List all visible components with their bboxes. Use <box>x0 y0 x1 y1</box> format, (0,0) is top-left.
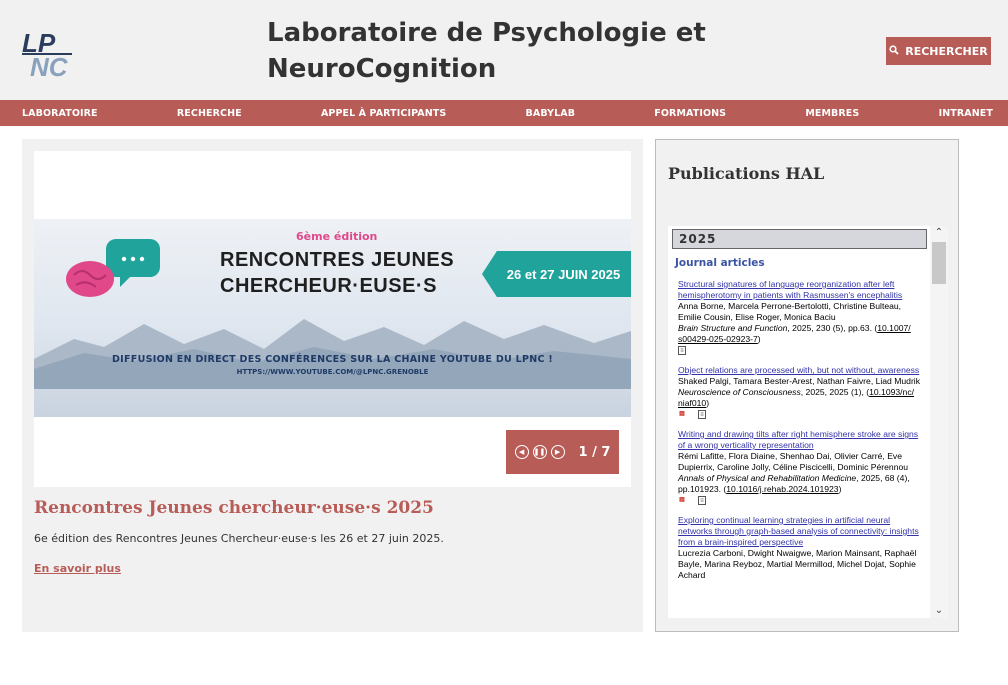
nav-item-appel-participants[interactable]: APPEL À PARTICIPANTS <box>321 108 446 119</box>
slide-image[interactable]: 6ème édition RENCONTRES JEUNES CHERCHEUR… <box>34 151 631 487</box>
publication-title[interactable]: Structural signatures of language reorga… <box>678 279 926 301</box>
publication-title[interactable]: Object relations are processed with, but… <box>678 365 926 376</box>
publication-item: Writing and drawing tilts after right he… <box>678 429 926 505</box>
publication-journal: Neuroscience of Consciousness <box>678 387 801 397</box>
publication-files: ▤ ≡ <box>678 496 926 505</box>
publication-journal: Annals of Physical and Rehabilitation Me… <box>678 473 857 483</box>
publication-details: , 2025, 2025 (1), ( <box>800 387 870 397</box>
slide-controls: ◀ ❚❚ ▶ 1 / 7 <box>506 430 619 474</box>
publications-panel: Publications HAL 2025 Journal articles S… <box>655 139 959 632</box>
previous-slide-icon[interactable]: ◀ <box>514 445 529 459</box>
bibtex-icon[interactable]: ≡ <box>698 410 706 419</box>
bibtex-icon[interactable]: ≡ <box>698 496 706 505</box>
publication-item: Exploring continual learning strategies … <box>678 515 926 581</box>
publication-doi-link[interactable]: 10.1016/j.rehab.2024.101923 <box>726 484 838 494</box>
publication-authors: Anna Borne, Marcela Perrone-Bertolotti, … <box>678 301 902 322</box>
pdf-icon[interactable]: ▤ <box>678 410 686 419</box>
event-diffusion-text: DIFFUSION EN DIRECT DES CONFÉRENCES SUR … <box>111 354 554 365</box>
bibtex-icon[interactable]: ≡ <box>678 346 686 355</box>
nav-item-laboratoire[interactable]: LABORATOIRE <box>22 108 98 119</box>
publication-authors: Shaked Palgi, Tamara Bester-Arest, Natha… <box>678 376 921 386</box>
scroll-down-icon[interactable]: ⌄ <box>930 604 948 618</box>
search-button-label: RECHERCHER <box>905 44 988 58</box>
search-icon <box>889 44 899 58</box>
publication-authors: Lucrezia Carboni, Dwight Nwaigwe, Marion… <box>678 548 917 580</box>
site-title-line2: NeuroCognition <box>267 54 497 84</box>
event-youtube-url: HTTPS://WWW.YOUTUBE.COM/@LPNC.GRENOBLE <box>236 368 429 376</box>
news-carousel: 6ème édition RENCONTRES JEUNES CHERCHEUR… <box>22 139 643 632</box>
publication-authors: Rémi Lafitte, Flora Diaine, Shenhao Dai,… <box>678 451 909 472</box>
read-more-link[interactable]: En savoir plus <box>34 562 121 575</box>
publications-scrollbar[interactable]: ⌃ ⌄ <box>930 226 948 618</box>
svg-text:NC: NC <box>30 52 69 80</box>
nav-item-recherche[interactable]: RECHERCHE <box>177 108 242 119</box>
next-slide-icon[interactable]: ▶ <box>550 445 565 459</box>
brain-chat-icon <box>66 239 160 297</box>
slide-counter: 1 / 7 <box>578 444 611 460</box>
publication-files: ≡ <box>678 346 926 355</box>
scroll-up-icon[interactable]: ⌃ <box>930 226 948 240</box>
publications-list: 2025 Journal articles Structural signatu… <box>668 226 930 618</box>
nav-item-intranet[interactable]: INTRANET <box>939 108 993 119</box>
publication-details-close: ) <box>706 398 710 408</box>
publication-item: Structural signatures of language reorga… <box>678 279 926 355</box>
pdf-icon[interactable]: ▤ <box>678 496 686 505</box>
nav-item-membres[interactable]: MEMBRES <box>805 108 859 119</box>
pause-icon[interactable]: ❚❚ <box>532 445 547 459</box>
site-header: LP NC Laboratoire de Psychologie et Neur… <box>0 0 1008 100</box>
publication-details-close: ) <box>757 334 761 344</box>
main-nav: LABORATOIRE RECHERCHE APPEL À PARTICIPAN… <box>0 100 1008 126</box>
publication-title[interactable]: Exploring continual learning strategies … <box>678 515 926 548</box>
year-header[interactable]: 2025 <box>672 229 927 249</box>
event-banner: 6ème édition RENCONTRES JEUNES CHERCHEUR… <box>34 219 631 417</box>
event-title-line2: CHERCHEUR·EUSE·S <box>220 275 437 297</box>
event-edition: 6ème édition <box>296 230 378 243</box>
publication-item: Object relations are processed with, but… <box>678 365 926 419</box>
nav-item-formations[interactable]: FORMATIONS <box>654 108 726 119</box>
publication-title[interactable]: Writing and drawing tilts after right he… <box>678 429 926 451</box>
publication-files: ▤ ≡ <box>678 410 926 419</box>
mountains-image <box>34 319 631 389</box>
search-button[interactable]: RECHERCHER <box>886 37 991 65</box>
publications-heading: Publications HAL <box>668 164 825 183</box>
event-title-line1: RENCONTRES JEUNES <box>220 249 455 271</box>
publications-frame: 2025 Journal articles Structural signatu… <box>668 226 948 618</box>
slide-title[interactable]: Rencontres Jeunes chercheur·euse·s 2025 <box>34 498 434 518</box>
lpnc-logo[interactable]: LP NC <box>22 28 78 82</box>
doc-type-header: Journal articles <box>675 257 765 269</box>
scroll-thumb[interactable] <box>932 242 946 284</box>
event-dates: 26 et 27 JUIN 2025 <box>482 251 631 297</box>
nav-item-babylab[interactable]: BABYLAB <box>526 108 576 119</box>
publication-details: , 2025, 230 (5), pp.63. ( <box>787 323 878 333</box>
site-title[interactable]: Laboratoire de Psychologie et NeuroCogni… <box>267 15 706 87</box>
publication-journal: Brain Structure and Function <box>678 323 788 333</box>
site-title-line1: Laboratoire de Psychologie et <box>267 18 706 48</box>
slide-description: 6e édition des Rencontres Jeunes Cherche… <box>34 532 444 545</box>
publication-details-close: ) <box>838 484 842 494</box>
